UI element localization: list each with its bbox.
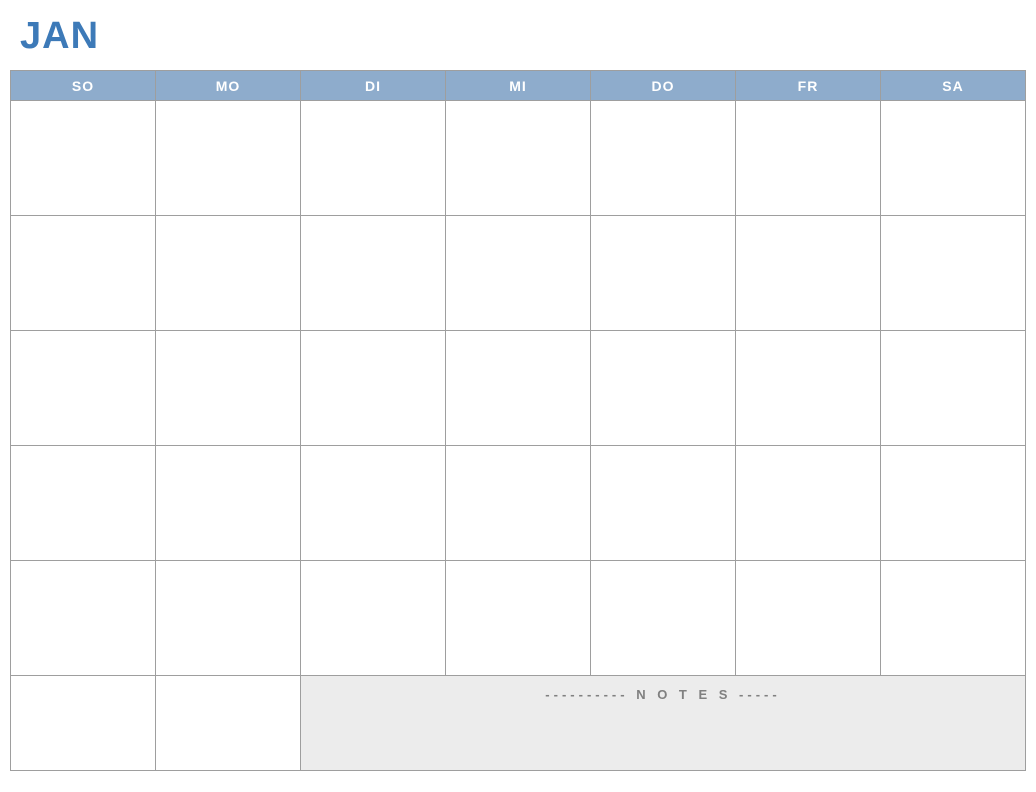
day-cell[interactable] bbox=[301, 331, 446, 446]
day-cell[interactable] bbox=[11, 216, 156, 331]
day-cell[interactable] bbox=[446, 561, 591, 676]
calendar-grid: SO MO DI MI DO FR SA bbox=[10, 70, 1026, 771]
weekday-header-so: SO bbox=[11, 71, 156, 101]
day-cell[interactable] bbox=[591, 216, 736, 331]
day-cell[interactable] bbox=[301, 561, 446, 676]
day-cell[interactable] bbox=[446, 331, 591, 446]
day-cell[interactable] bbox=[156, 676, 301, 771]
weekday-header-di: DI bbox=[301, 71, 446, 101]
notes-label: ---------- N O T E S ----- bbox=[545, 687, 780, 702]
day-cell[interactable] bbox=[736, 561, 881, 676]
day-cell[interactable] bbox=[736, 331, 881, 446]
weekday-header-fr: FR bbox=[736, 71, 881, 101]
day-cell[interactable] bbox=[11, 331, 156, 446]
day-cell[interactable] bbox=[591, 446, 736, 561]
day-cell[interactable] bbox=[446, 101, 591, 216]
weekday-header-mo: MO bbox=[156, 71, 301, 101]
day-cell[interactable] bbox=[11, 676, 156, 771]
day-cell[interactable] bbox=[446, 446, 591, 561]
day-cell[interactable] bbox=[156, 331, 301, 446]
day-cell[interactable] bbox=[591, 101, 736, 216]
day-cell[interactable] bbox=[11, 446, 156, 561]
day-cell[interactable] bbox=[11, 101, 156, 216]
day-cell[interactable] bbox=[736, 446, 881, 561]
weekday-header-mi: MI bbox=[446, 71, 591, 101]
weekday-header-do: DO bbox=[591, 71, 736, 101]
day-cell[interactable] bbox=[301, 446, 446, 561]
day-cell[interactable] bbox=[881, 446, 1026, 561]
month-title: JAN bbox=[20, 15, 1026, 58]
day-cell[interactable] bbox=[301, 216, 446, 331]
day-cell[interactable] bbox=[881, 561, 1026, 676]
day-cell[interactable] bbox=[156, 101, 301, 216]
day-cell[interactable] bbox=[881, 101, 1026, 216]
day-cell[interactable] bbox=[881, 331, 1026, 446]
day-cell[interactable] bbox=[11, 561, 156, 676]
day-cell[interactable] bbox=[156, 561, 301, 676]
day-cell[interactable] bbox=[301, 101, 446, 216]
notes-area[interactable]: ---------- N O T E S ----- bbox=[301, 676, 1026, 771]
day-cell[interactable] bbox=[156, 216, 301, 331]
day-cell[interactable] bbox=[736, 101, 881, 216]
day-cell[interactable] bbox=[156, 446, 301, 561]
weekday-header-row: SO MO DI MI DO FR SA bbox=[11, 71, 1026, 101]
day-cell[interactable] bbox=[591, 331, 736, 446]
day-cell[interactable] bbox=[736, 216, 881, 331]
day-cell[interactable] bbox=[446, 216, 591, 331]
day-cell[interactable] bbox=[591, 561, 736, 676]
weekday-header-sa: SA bbox=[881, 71, 1026, 101]
day-cell[interactable] bbox=[881, 216, 1026, 331]
